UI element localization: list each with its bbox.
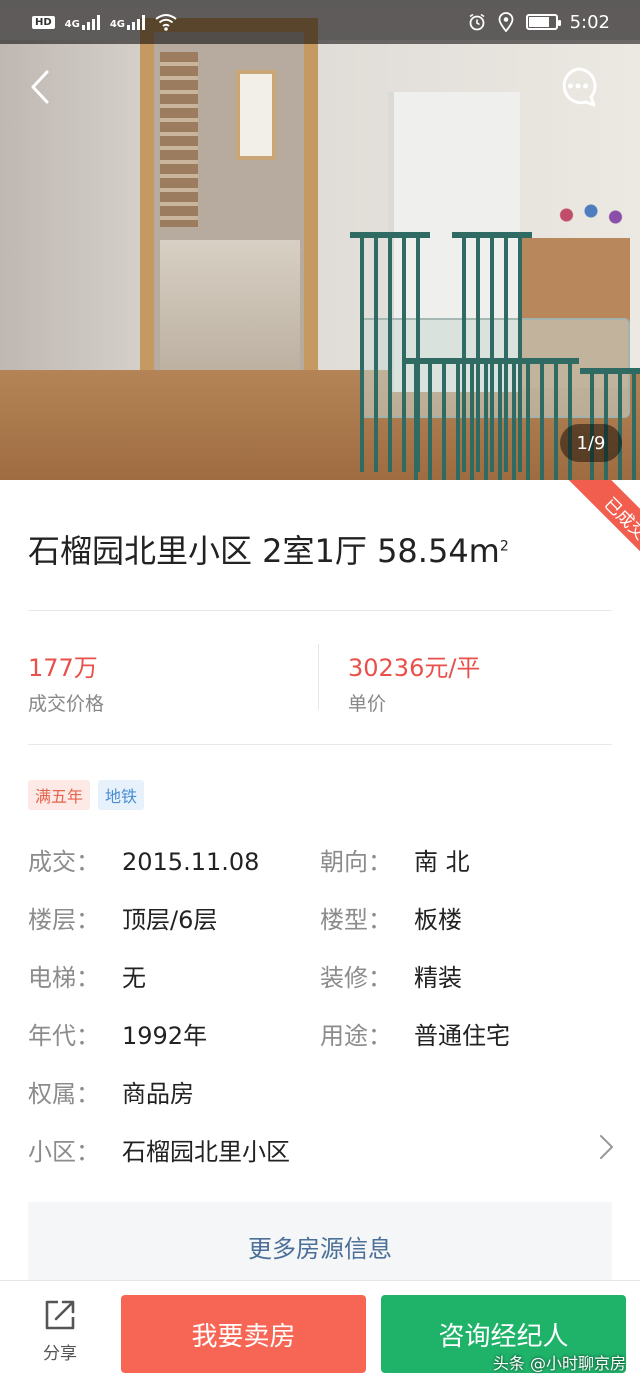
attr-year: 年代： 1992年: [28, 1016, 207, 1051]
source-watermark: 头条 @小时聊京房: [492, 1354, 626, 1373]
unit-price-block: 30236元/平 单价: [348, 648, 480, 716]
location-icon: [498, 12, 513, 32]
share-button[interactable]: 分享: [30, 1297, 90, 1367]
tag-five-years: 满五年: [28, 780, 91, 810]
attr-value: 顶层/6层: [122, 906, 218, 934]
attr-deal-date: 成交： 2015.11.08: [28, 842, 259, 877]
attr-key: 年代：: [28, 1022, 100, 1050]
wifi-icon: [155, 14, 177, 31]
share-label: 分享: [43, 1344, 77, 1364]
attr-key: 朝向：: [320, 848, 392, 876]
battery-icon: [525, 14, 561, 30]
signal-icon: [81, 14, 100, 30]
sold-ribbon-label: 已成交: [563, 480, 640, 570]
network-type: 4G: [109, 19, 126, 30]
attr-ownership: 权属： 商品房: [28, 1074, 194, 1109]
share-icon: [45, 1300, 75, 1330]
community-row[interactable]: 小区： 石榴园北里小区: [28, 1132, 618, 1168]
back-button[interactable]: [18, 62, 62, 112]
deal-price: 177万: [28, 654, 98, 682]
network-type: 4G: [64, 19, 80, 30]
attr-floor: 楼层： 顶层/6层: [28, 900, 217, 935]
attr-usage: 用途： 普通住宅: [320, 1016, 510, 1051]
photo-chair: [404, 358, 579, 480]
attr-elevator: 电梯： 无: [28, 958, 146, 993]
attr-key: 装修：: [320, 964, 392, 992]
sell-house-button[interactable]: 我要卖房: [121, 1295, 366, 1373]
attr-key: 楼层：: [28, 906, 100, 934]
chat-bubble-icon: [562, 67, 597, 107]
attr-key: 用途：: [320, 1022, 392, 1050]
back-icon: [31, 70, 49, 104]
listing-photo[interactable]: [0, 0, 640, 480]
attr-value: 2015.11.08: [122, 848, 260, 876]
photo-hallway: [160, 240, 300, 385]
photo-window: [236, 70, 276, 160]
hd-badge: HD: [32, 15, 55, 29]
attr-value: 精装: [414, 964, 462, 992]
area-unit-superscript: 2: [499, 538, 509, 555]
tag-list: 满五年 地铁: [28, 780, 145, 810]
attr-value: 商品房: [122, 1080, 194, 1108]
attr-key: 权属：: [28, 1080, 100, 1108]
attr-key: 楼型：: [320, 906, 392, 934]
status-bar: HD 4G 4G 5:02: [0, 0, 640, 44]
status-time: 5:02: [569, 11, 610, 33]
chevron-right-icon: [600, 1135, 613, 1159]
photo-wall-stickers: [556, 195, 626, 235]
unit-price-label: 单价: [348, 693, 387, 715]
alarm-icon: [469, 13, 485, 31]
attr-building-type: 楼型： 板楼: [320, 900, 462, 935]
attr-value: 石榴园北里小区: [122, 1138, 290, 1166]
attr-value: 南 北: [414, 848, 470, 876]
listing-title-text: 石榴园北里小区 2室1厅 58.54m: [28, 532, 500, 570]
attr-decoration: 装修： 精装: [320, 958, 462, 993]
signal-icon: [127, 14, 146, 30]
divider: [28, 744, 612, 745]
attr-key: 成交：: [28, 848, 100, 876]
photo-shelf: [160, 52, 198, 227]
price-separator: [318, 644, 319, 710]
deal-price-label: 成交价格: [28, 693, 105, 715]
attr-value: 板楼: [414, 906, 462, 934]
tag-subway: 地铁: [98, 780, 145, 810]
divider: [28, 610, 612, 611]
deal-price-block: 177万 成交价格: [28, 648, 104, 716]
photo-counter: 1/9: [560, 424, 622, 462]
attr-key: 小区：: [28, 1138, 100, 1166]
unit-price: 30236元/平: [348, 654, 481, 682]
listing-title: 石榴园北里小区 2室1厅 58.54m2: [28, 526, 509, 572]
attr-value: 无: [122, 964, 146, 992]
attr-orientation: 朝向： 南 北: [320, 842, 470, 877]
attr-key: 电梯：: [28, 964, 100, 992]
more-listing-info-button[interactable]: 更多房源信息: [28, 1202, 612, 1292]
chat-button[interactable]: [556, 65, 600, 109]
sold-ribbon: 已成交: [550, 480, 640, 570]
attr-value: 1992年: [122, 1022, 208, 1050]
attr-value: 普通住宅: [414, 1022, 510, 1050]
